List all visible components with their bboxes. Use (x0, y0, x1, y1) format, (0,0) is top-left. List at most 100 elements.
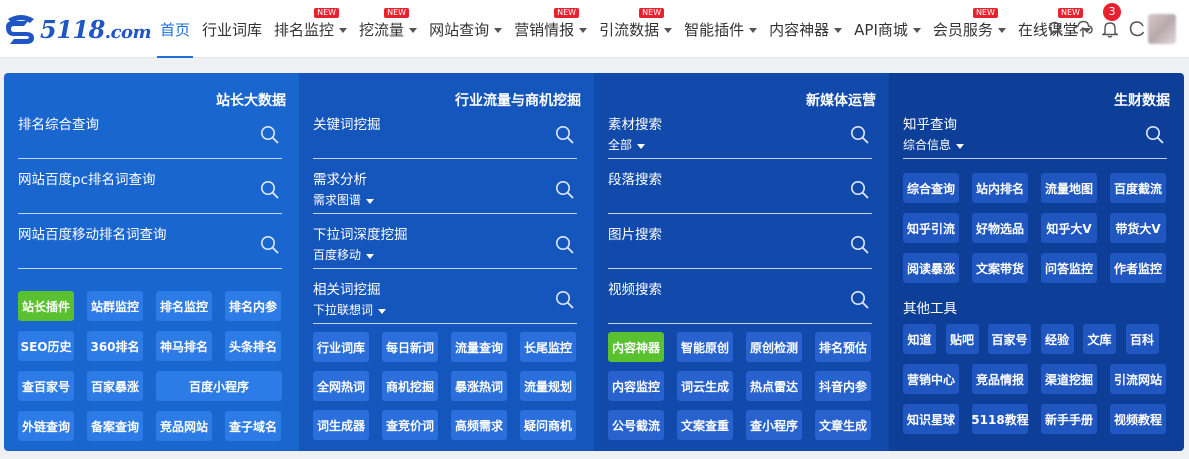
tool-button[interactable]: 头条排名 (225, 331, 281, 361)
tool-button[interactable]: SEO历史 (18, 331, 74, 361)
tool-button[interactable]: 综合查询 (903, 173, 959, 203)
site-logo[interactable]: 5118.com (4, 12, 152, 46)
search-icon[interactable] (260, 125, 280, 145)
search-field[interactable]: 素材搜索 全部 (608, 113, 872, 159)
tool-button[interactable]: 文案查重 (677, 410, 733, 440)
tool-button[interactable]: 备案查询 (87, 411, 143, 441)
search-icon[interactable] (555, 290, 575, 310)
tool-button[interactable]: 作者监控 (1110, 253, 1166, 283)
tool-button[interactable]: 站群监控 (87, 291, 143, 321)
tool-button[interactable]: 排名监控 (156, 291, 212, 321)
tool-button[interactable]: 词生成器 (313, 410, 369, 440)
search-type-select[interactable]: 需求图谱 (313, 191, 375, 208)
nav-item-10[interactable]: 会员服务 NEW (933, 0, 1006, 58)
tool-button[interactable]: 竞品情报 (972, 364, 1028, 394)
search-field[interactable]: 网站百度pc排名词查询 (18, 168, 282, 214)
tool-button[interactable]: 百科 (1125, 324, 1159, 354)
search-field[interactable]: 图片搜索 (608, 223, 872, 269)
tool-button[interactable]: 知识星球 (903, 404, 959, 434)
cloud-upload-icon[interactable] (1071, 17, 1095, 41)
nav-item-4[interactable]: 网站查询 (429, 0, 503, 58)
tool-button[interactable]: 好物选品 (972, 213, 1028, 243)
tool-button[interactable]: 原创检测 (746, 332, 802, 362)
tool-button[interactable]: 知乎大V (1041, 213, 1097, 243)
tool-button[interactable]: 词云生成 (677, 371, 733, 401)
refresh-icon[interactable] (1125, 17, 1149, 41)
tool-button[interactable]: 疑问商机 (520, 410, 576, 440)
tool-button[interactable]: 百家号 (988, 324, 1031, 354)
tool-button[interactable]: 360排名 (87, 331, 143, 361)
tool-button[interactable]: 流量查询 (451, 332, 507, 362)
nav-item-5[interactable]: 营销情报 NEW (514, 0, 588, 58)
tool-button[interactable]: 智能原创 (677, 332, 733, 362)
search-icon[interactable] (1044, 17, 1068, 41)
search-type-select[interactable]: 下拉联想词 (313, 301, 387, 318)
tool-button[interactable]: 知道 (903, 324, 936, 354)
search-icon[interactable] (555, 235, 575, 255)
search-field[interactable]: 段落搜索 (608, 168, 872, 214)
tool-button[interactable]: 贴吧 (945, 324, 979, 354)
tool-button[interactable]: 暴涨热词 (451, 371, 507, 401)
search-icon[interactable] (555, 180, 575, 200)
tool-button[interactable]: 查百家号 (18, 371, 74, 401)
tool-button[interactable]: 站长插件 (18, 291, 74, 321)
tool-button[interactable]: 阅读暴涨 (903, 253, 959, 283)
search-field[interactable]: 相关词挖掘 下拉联想词 (313, 278, 577, 324)
tool-button[interactable]: 新手手册 (1041, 404, 1097, 434)
search-icon[interactable] (850, 125, 870, 145)
search-icon[interactable] (555, 125, 575, 145)
tool-button[interactable]: 高频需求 (451, 410, 507, 440)
tool-button[interactable]: 5118教程 (971, 404, 1029, 434)
nav-item-6[interactable]: 引流数据 NEW (599, 0, 673, 58)
tool-button[interactable]: 知乎引流 (903, 213, 959, 243)
nav-item-3[interactable]: 挖流量 NEW (359, 0, 418, 58)
tool-button[interactable]: 竞品网站 (156, 411, 212, 441)
search-icon[interactable] (1145, 125, 1165, 145)
tool-button[interactable]: 全网热词 (313, 371, 369, 401)
tool-button[interactable]: 热点雷达 (746, 371, 802, 401)
tool-button[interactable]: 行业词库 (313, 332, 369, 362)
nav-item-7[interactable]: 智能插件 (684, 0, 758, 58)
tool-button[interactable]: 商机挖掘 (382, 371, 438, 401)
tool-button[interactable]: 查子域名 (225, 411, 281, 441)
notification-count-badge[interactable]: 3 (1103, 3, 1121, 21)
tool-button[interactable]: 公号截流 (608, 410, 664, 440)
tool-button[interactable]: 长尾监控 (520, 332, 576, 362)
tool-button[interactable]: 渠道挖掘 (1041, 364, 1097, 394)
search-field[interactable]: 网站百度移动排名词查询 (18, 223, 282, 269)
search-icon[interactable] (850, 290, 870, 310)
tool-button[interactable]: 百家暴涨 (87, 371, 143, 401)
search-icon[interactable] (850, 180, 870, 200)
tool-button[interactable]: 站内排名 (972, 173, 1028, 203)
search-icon[interactable] (850, 235, 870, 255)
nav-item-0[interactable]: 首页 (156, 0, 194, 58)
tool-button[interactable]: 每日新词 (382, 332, 438, 362)
tool-button[interactable]: 神马排名 (156, 331, 212, 361)
search-field[interactable]: 需求分析 需求图谱 (313, 168, 577, 214)
tool-button[interactable]: 内容神器 (608, 332, 664, 362)
tool-button[interactable]: 文章生成 (815, 410, 871, 440)
tool-button[interactable]: 引流网站 (1110, 364, 1166, 394)
tool-button[interactable]: 流量规划 (520, 371, 576, 401)
search-type-select[interactable]: 百度移动 (313, 246, 375, 263)
search-field[interactable]: 知乎查询 综合信息 (903, 113, 1167, 159)
tool-button[interactable]: 抖音内参 (815, 371, 871, 401)
search-field[interactable]: 排名综合查询 (18, 113, 282, 159)
tool-button[interactable]: 营销中心 (903, 364, 959, 394)
search-icon[interactable] (260, 180, 280, 200)
tool-button[interactable]: 排名内参 (225, 291, 281, 321)
tool-button[interactable]: 外链查询 (18, 411, 74, 441)
tool-button[interactable]: 问答监控 (1041, 253, 1097, 283)
search-field[interactable]: 关键词挖掘 (313, 113, 577, 159)
search-field[interactable]: 视频搜索 (608, 278, 872, 324)
tool-button[interactable]: 内容监控 (608, 371, 664, 401)
search-field[interactable]: 下拉词深度挖掘 百度移动 (313, 223, 577, 269)
tool-button[interactable]: 文案带货 (972, 253, 1028, 283)
nav-item-1[interactable]: 行业词库 (202, 0, 262, 58)
tool-button[interactable]: 查竞价词 (382, 410, 438, 440)
nav-item-2[interactable]: 排名监控 NEW (274, 0, 348, 58)
tool-button[interactable]: 百度小程序 (156, 371, 282, 401)
tool-button[interactable]: 带货大V (1110, 213, 1166, 243)
avatar[interactable] (1148, 14, 1176, 44)
nav-item-8[interactable]: 内容神器 (769, 0, 843, 58)
